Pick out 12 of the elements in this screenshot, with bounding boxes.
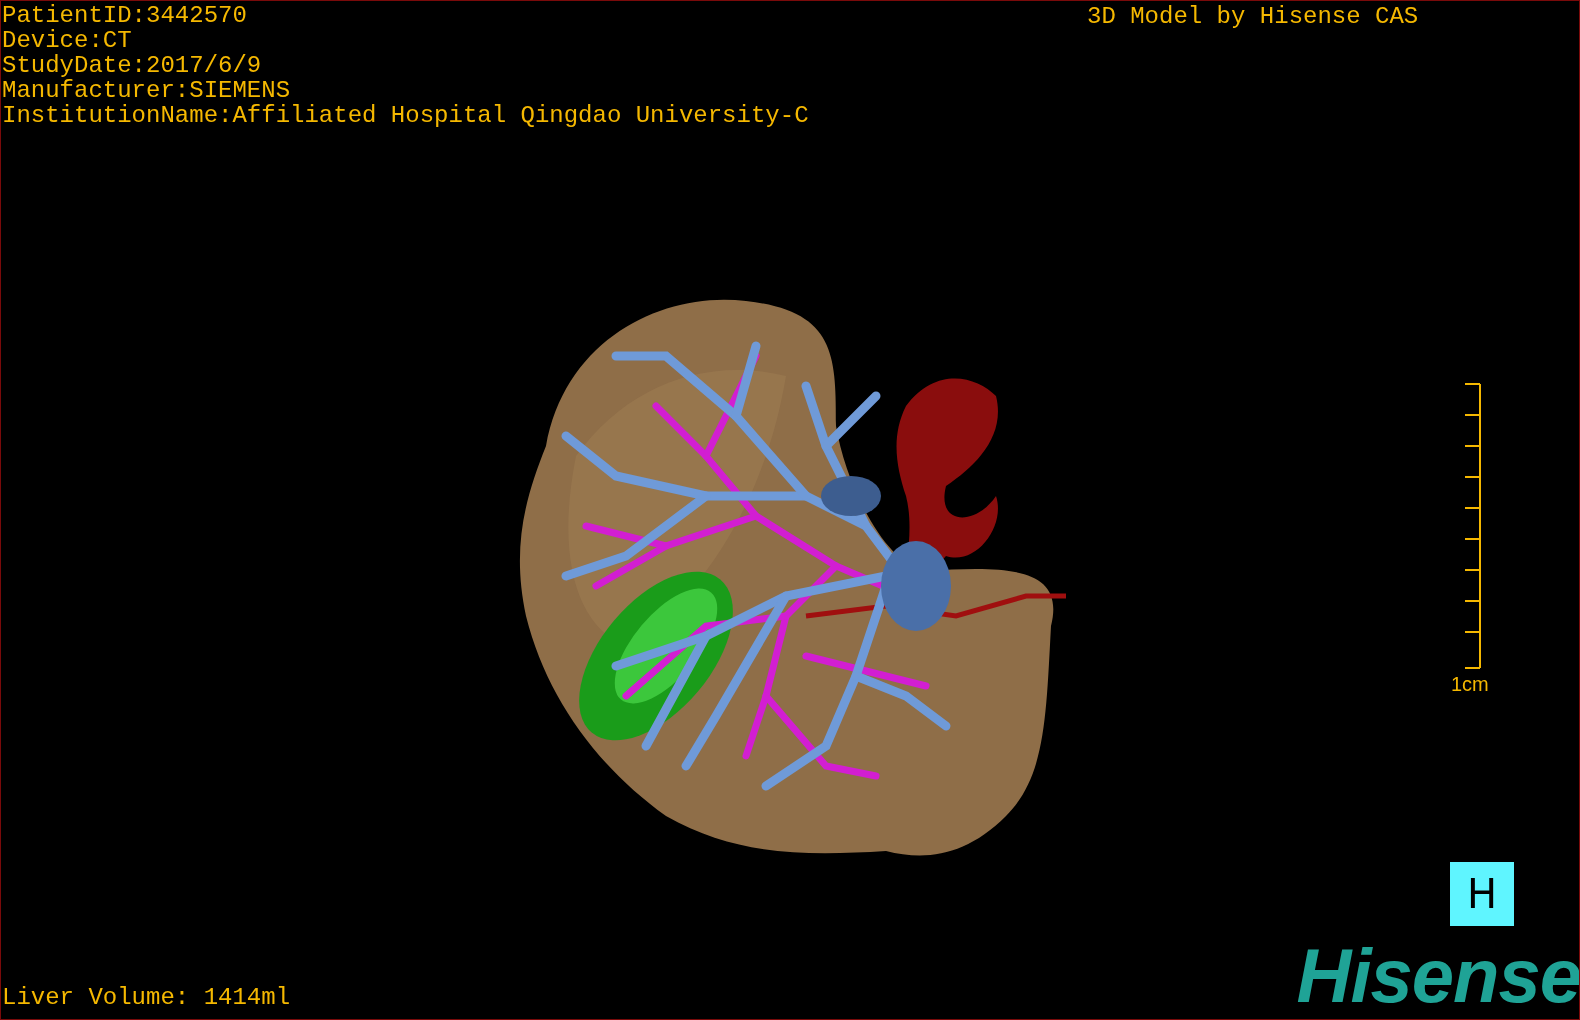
scale-label: 1cm — [1451, 673, 1489, 695]
patient-info-line: PatientID:3442570 — [2, 3, 248, 28]
patient-info-line: Device:CT — [2, 28, 133, 53]
3d-viewport[interactable]: PatientID:3442570 Device:CT StudyDate:2017/6/9 Manufacturer:SIEMENS InstitutionName:Affiliated Hospital Qingdao University-C 3D Model by Hisense CAS 1cm H Liver Volume: 1414ml Hisense — [0, 0, 1580, 1020]
patient-info-line: Manufacturer:SIEMENS — [2, 78, 292, 103]
scale-ruler-icon — [1462, 383, 1483, 669]
liver-volume: Liver Volume: 1414ml — [2, 985, 291, 1010]
model-caption: 3D Model by Hisense CAS — [1087, 4, 1419, 29]
orientation-button[interactable]: H — [1450, 862, 1514, 926]
patient-info-line: InstitutionName:Affiliated Hospital Qingdao University-C — [2, 103, 809, 128]
patient-info-line: StudyDate:2017/6/9 — [2, 53, 263, 78]
logo: Hisense — [1296, 936, 1579, 1016]
